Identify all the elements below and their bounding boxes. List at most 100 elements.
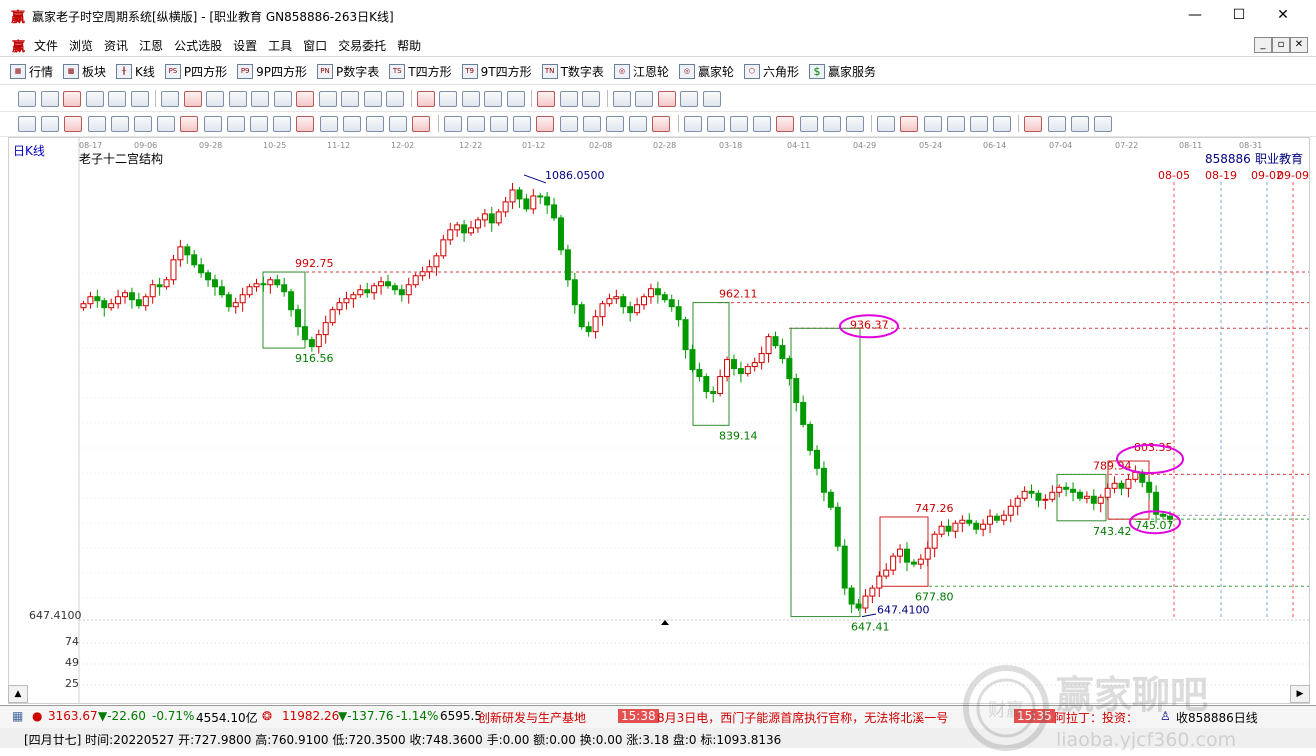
tool-icon[interactable] [40,91,59,107]
tool-icon[interactable] [702,91,721,107]
news-headline[interactable]: 8月3日电，西门子能源首席执行官称，无法将北溪一号 [657,709,948,726]
tool-icon[interactable] [108,91,126,107]
tool-icon[interactable] [87,116,106,132]
tool-icon[interactable] [1094,116,1112,132]
toolbar-item[interactable]: $ 赢家服务 [808,63,876,80]
toolbar-item[interactable]: P9 9P四方形 [237,63,307,80]
scroll-up-button[interactable]: ▲ [8,685,28,703]
tool-icon[interactable] [612,91,631,107]
tool-icon[interactable] [513,116,532,132]
tool-icon[interactable] [110,116,129,132]
tool-icon[interactable] [484,91,502,107]
tool-icon[interactable] [63,91,81,107]
close-button[interactable]: ✕ [1260,0,1306,30]
tool-icon[interactable] [85,91,104,107]
tool-icon[interactable] [439,91,457,107]
tool-icon[interactable] [203,116,222,132]
toolbar-item[interactable]: TS T四方形 [389,63,452,80]
menu-item[interactable]: 浏览 [69,37,93,54]
menu-item[interactable]: 资讯 [104,37,128,54]
menu-item[interactable]: 工具 [268,37,292,54]
tool-icon[interactable] [296,116,315,132]
tool-icon[interactable] [582,91,600,107]
maximize-button[interactable]: ☐ [1216,0,1262,30]
kline-chart[interactable]: 08-17 09-06 09-28 10-25 11-12 12-02 12-22 01-12… [8,137,1310,704]
tool-icon[interactable] [657,91,676,107]
toolbar-item[interactable]: ◎ 赢家轮 [678,63,734,80]
tool-icon[interactable] [537,91,555,107]
tool-icon[interactable] [18,116,36,132]
tool-icon[interactable] [341,91,359,107]
tool-icon[interactable] [730,116,748,132]
toolbar-item[interactable]: ◎ 江恩轮 [613,63,669,80]
tool-icon[interactable] [970,116,988,132]
tool-icon[interactable] [389,116,408,132]
menu-item[interactable]: 窗口 [303,37,327,54]
toolbar-item[interactable]: T9 9T四方形 [461,63,532,80]
tool-icon[interactable] [180,116,199,132]
grid-icon[interactable]: ▦ [12,709,23,723]
menu-item[interactable]: 公式选股 [174,37,222,54]
mdi-restore-button[interactable]: ▫ [1272,37,1290,53]
tool-icon[interactable] [877,116,896,132]
tool-icon[interactable] [363,91,382,107]
tool-icon[interactable] [680,91,698,107]
tool-icon[interactable] [64,116,83,132]
mdi-close-button[interactable]: ✕ [1290,37,1308,53]
tool-icon[interactable] [183,91,202,107]
tool-icon[interactable] [41,116,60,132]
tool-icon[interactable] [923,116,942,132]
tool-icon[interactable] [606,116,624,132]
menu-item[interactable]: 帮助 [397,37,421,54]
tool-icon[interactable] [683,116,702,132]
tool-icon[interactable] [799,116,818,132]
tool-icon[interactable] [559,116,578,132]
tool-icon[interactable] [319,116,338,132]
tool-icon[interactable] [753,116,772,132]
tool-icon[interactable] [559,91,578,107]
news-tail[interactable]: 创新研发与生产基地 [478,709,586,726]
tool-icon[interactable] [296,91,314,107]
tool-icon[interactable] [706,116,725,132]
tool-icon[interactable] [822,116,841,132]
news-headline[interactable]: 阿拉丁：投资： [1054,709,1138,726]
toolbar-item[interactable]: PS P四方形 [164,63,227,80]
tool-icon[interactable] [1070,116,1089,132]
menu-item[interactable]: 设置 [233,37,257,54]
tool-icon[interactable] [342,116,361,132]
tool-icon[interactable] [226,116,245,132]
tool-icon[interactable] [900,116,919,132]
tool-icon[interactable] [946,116,965,132]
menu-item[interactable]: 江恩 [139,37,163,54]
tool-icon[interactable] [273,116,292,132]
tool-icon[interactable] [366,116,384,132]
tool-icon[interactable] [629,116,648,132]
tool-icon[interactable] [506,91,525,107]
tool-icon[interactable] [228,91,247,107]
tool-icon[interactable] [1047,116,1066,132]
tool-icon[interactable] [582,116,601,132]
tool-icon[interactable] [490,116,508,132]
tool-icon[interactable] [412,116,431,132]
tool-icon[interactable] [250,116,268,132]
tool-icon[interactable] [251,91,269,107]
tool-icon[interactable] [461,91,480,107]
menu-item[interactable]: 文件 [34,37,58,54]
toolbar-item[interactable]: ╫ K线 [116,63,155,80]
tool-icon[interactable] [416,91,435,107]
toolbar-item[interactable]: ▩ 板块 [63,63,106,80]
tool-icon[interactable] [1024,116,1043,132]
tool-icon[interactable] [652,116,671,132]
tool-icon[interactable] [466,116,485,132]
tool-icon[interactable] [318,91,337,107]
toolbar-item[interactable]: PN P数字表 [317,63,379,80]
tool-icon[interactable] [134,116,152,132]
tool-icon[interactable] [536,116,555,132]
tool-icon[interactable] [130,91,149,107]
tool-icon[interactable] [157,116,176,132]
tool-icon[interactable] [206,91,224,107]
tool-icon[interactable] [18,91,36,107]
tool-icon[interactable] [635,91,653,107]
tool-icon[interactable] [161,91,179,107]
minimize-button[interactable]: — [1172,0,1218,30]
